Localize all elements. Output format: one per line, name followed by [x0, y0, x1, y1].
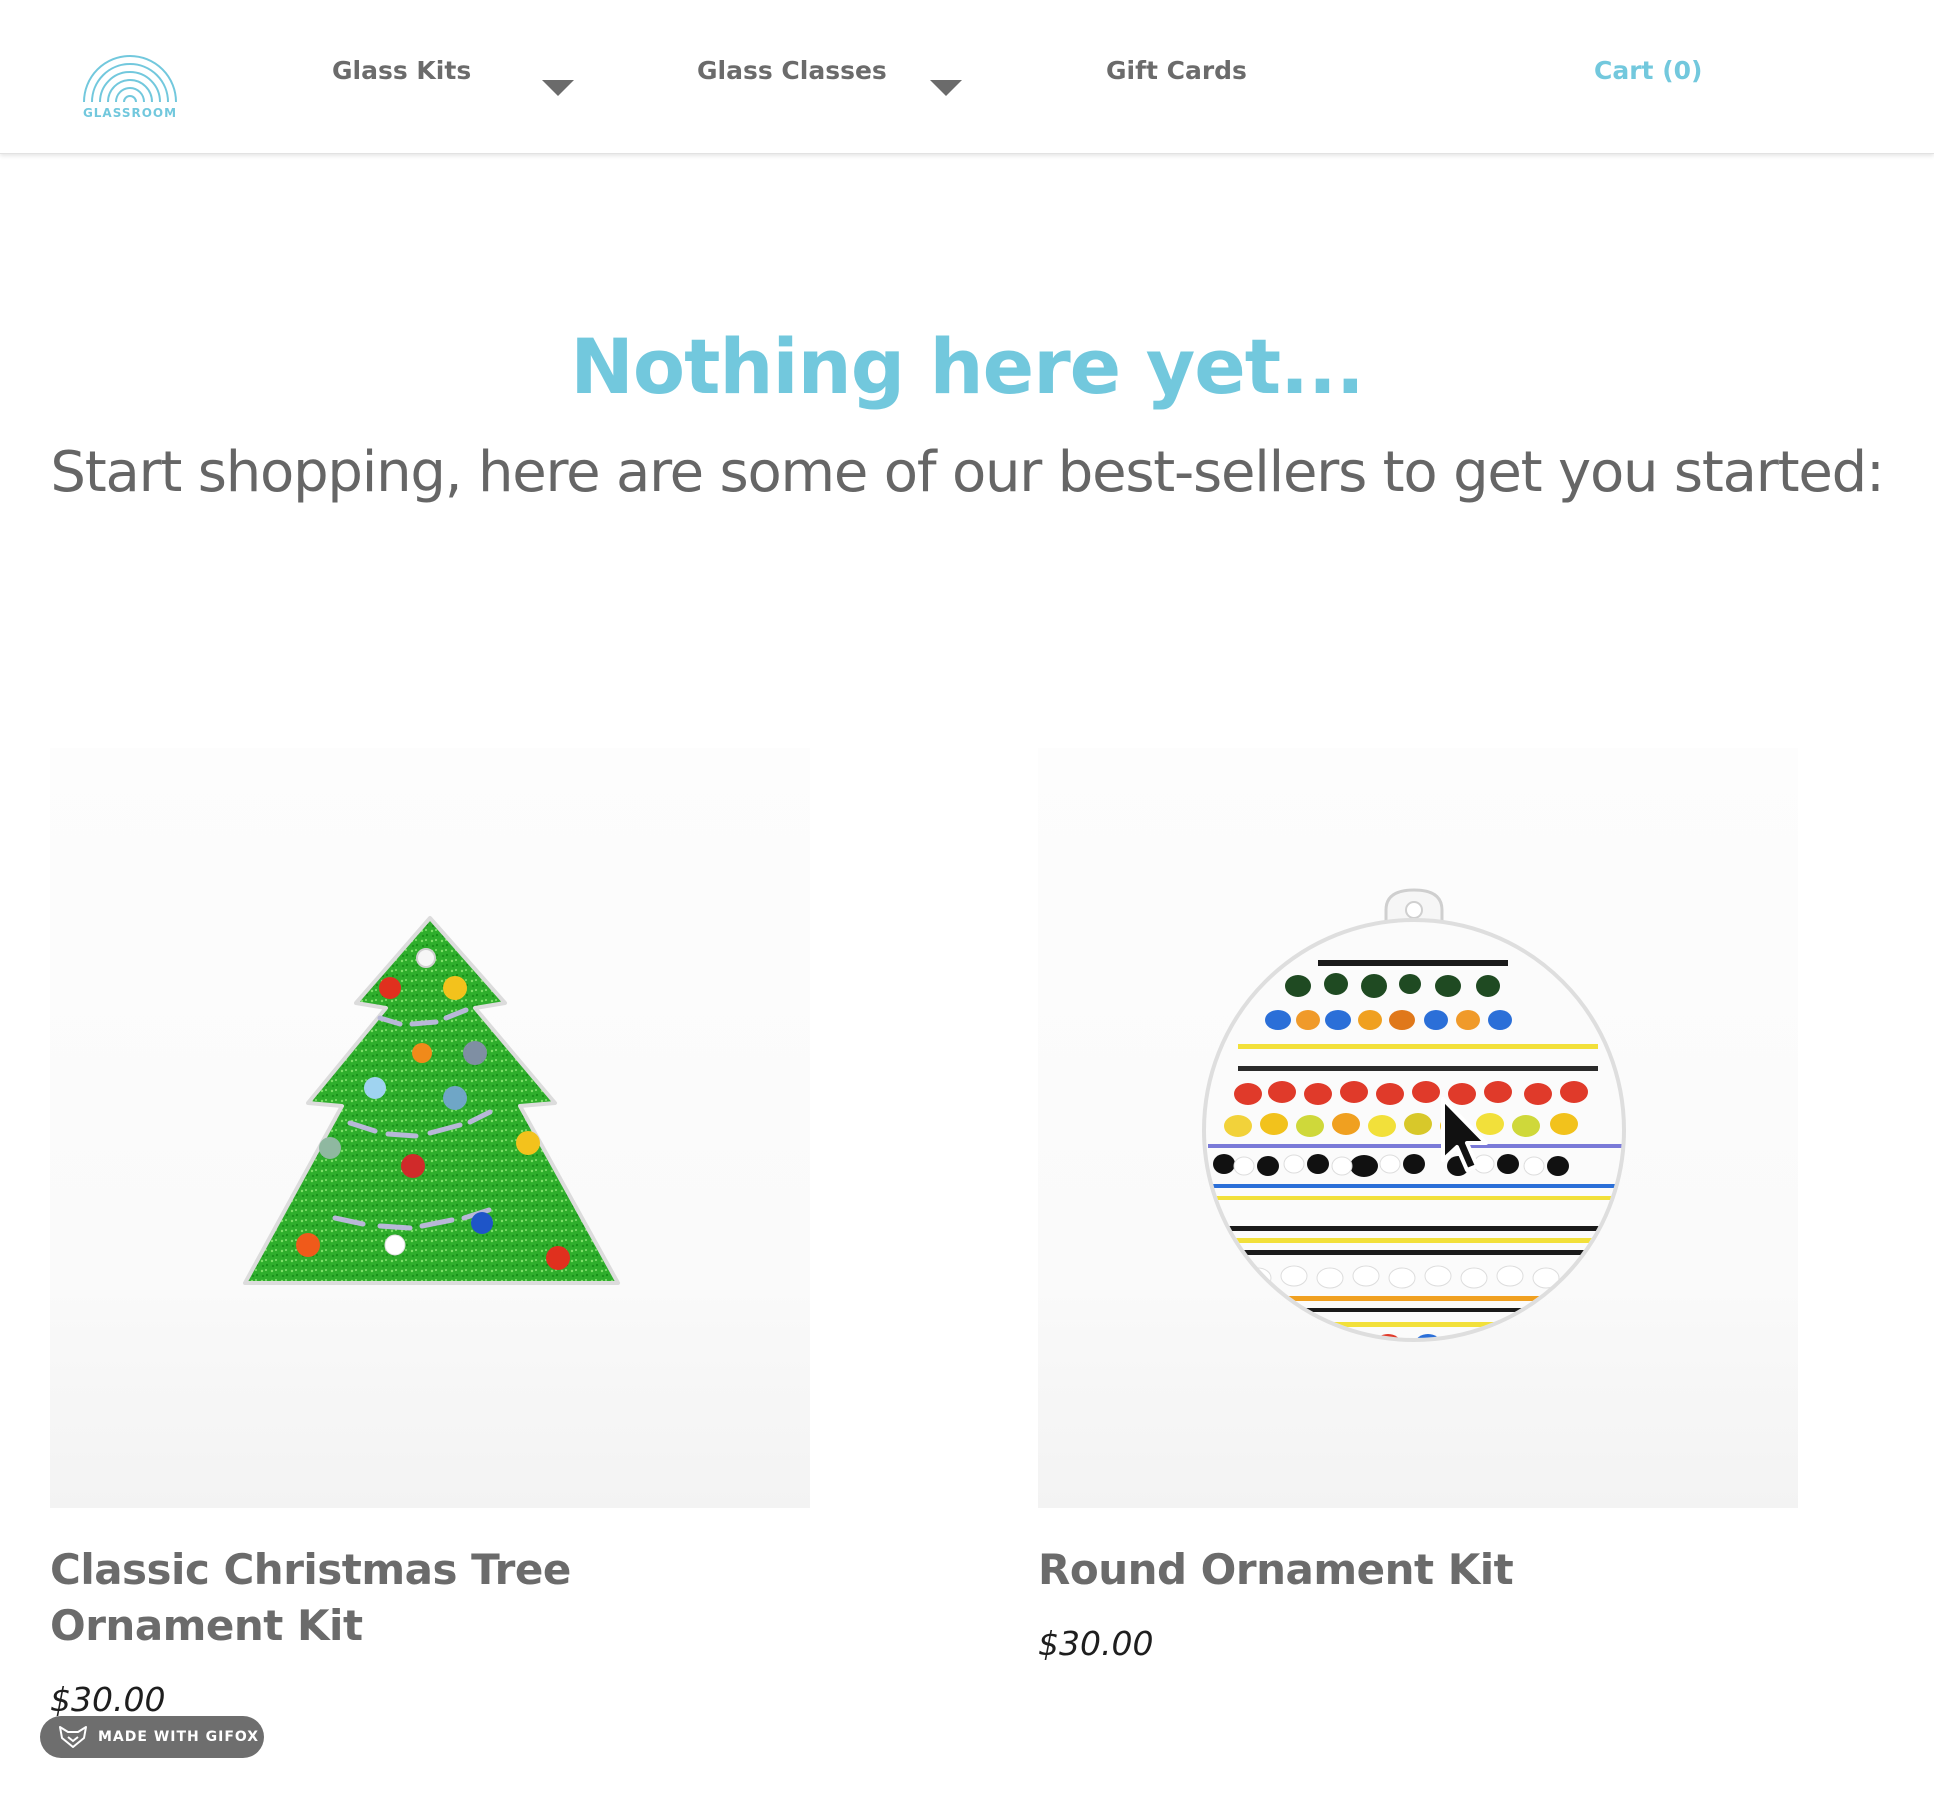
product-card[interactable]: Classic Christmas Tree Ornament Kit $30.…	[50, 748, 810, 1719]
nav-glass-classes[interactable]: Glass Classes	[697, 56, 887, 85]
product-image[interactable]	[1038, 748, 1798, 1508]
logo-wordmark: GLASSROOM	[82, 106, 178, 120]
rainbow-logo-icon	[83, 55, 177, 103]
page-subtitle: Start shopping, here are some of our bes…	[50, 440, 1884, 505]
product-price: $30.00	[50, 1680, 166, 1719]
christmas-tree-ornament-icon	[243, 916, 620, 1285]
chevron-down-icon[interactable]	[542, 80, 574, 96]
mouse-cursor-icon	[1441, 1097, 1488, 1172]
nav-gift-cards[interactable]: Gift Cards	[1106, 56, 1247, 85]
round-ornament-icon	[1202, 888, 1626, 1342]
product-title[interactable]: Classic Christmas Tree Ornament Kit	[50, 1542, 810, 1654]
site-header: GLASSROOM Glass Kits Glass Classes Gift …	[0, 0, 1934, 154]
product-card[interactable]: Round Ornament Kit $30.00	[1038, 748, 1798, 1663]
fox-icon	[59, 1726, 87, 1748]
cart-link[interactable]: Cart (0)	[1594, 56, 1702, 85]
product-image[interactable]	[50, 748, 810, 1508]
badge-label: MADE WITH GIFOX	[98, 1729, 260, 1745]
product-price: $30.00	[1038, 1624, 1154, 1663]
page-title: Nothing here yet...	[570, 322, 1364, 411]
product-title[interactable]: Round Ornament Kit	[1038, 1542, 1798, 1598]
nav-glass-kits[interactable]: Glass Kits	[332, 56, 471, 85]
glassroom-logo[interactable]: GLASSROOM	[78, 34, 182, 124]
chevron-down-icon[interactable]	[930, 80, 962, 96]
made-with-gifox-badge[interactable]: MADE WITH GIFOX	[40, 1716, 264, 1758]
